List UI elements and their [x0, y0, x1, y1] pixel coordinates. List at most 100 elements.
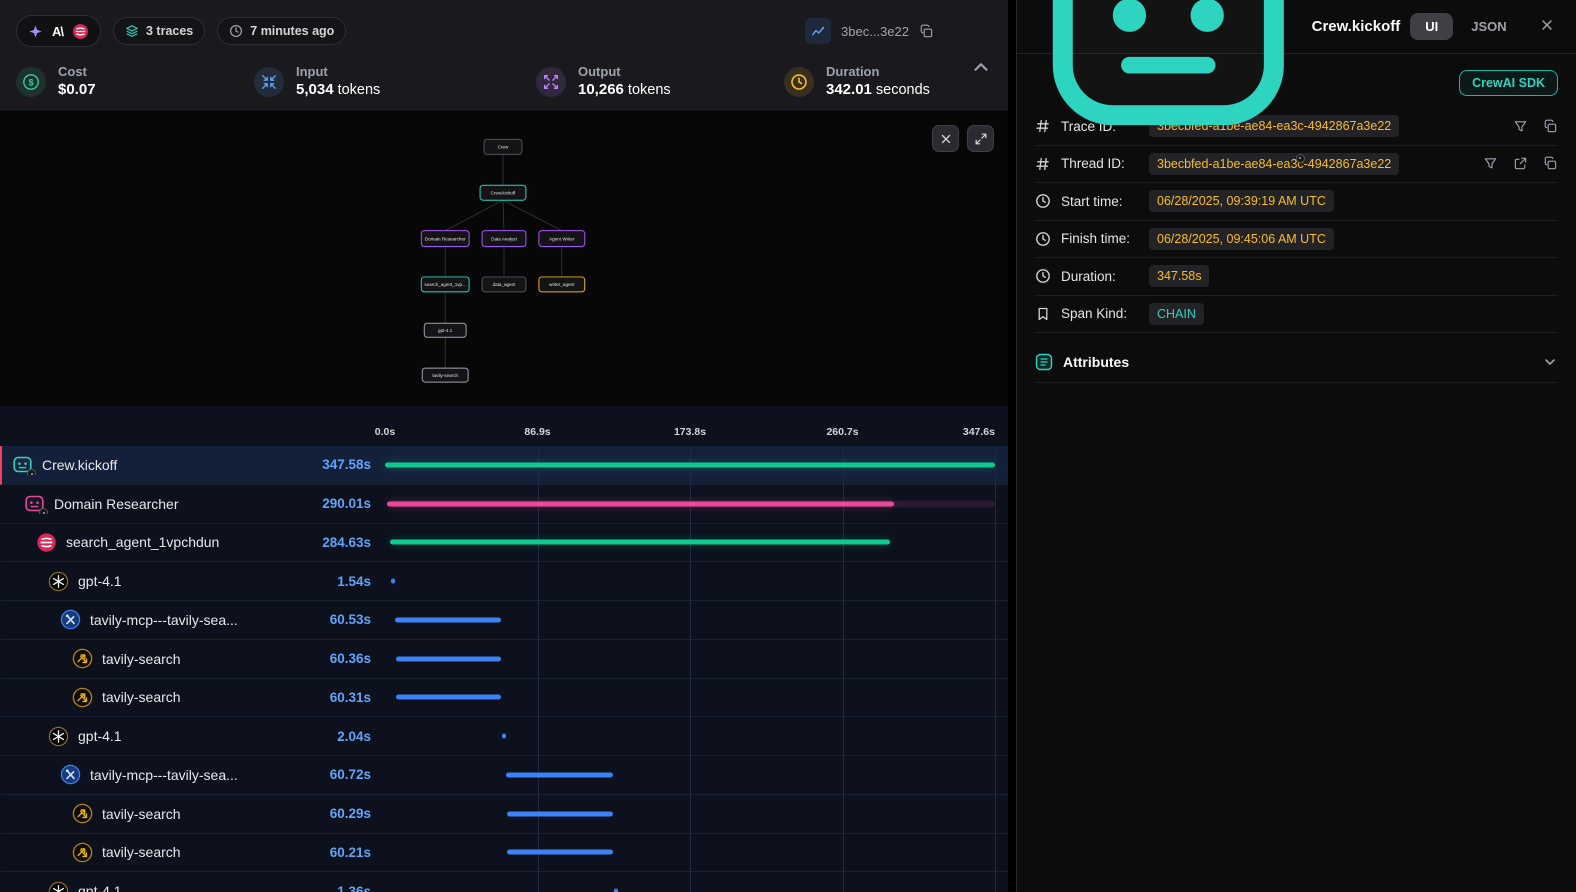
graph-node[interactable]: tavily-search: [422, 368, 468, 382]
timeline-tick: 260.7s: [826, 426, 858, 438]
stat-input: Input 5,034 tokens: [254, 65, 536, 98]
filter-icon[interactable]: [1513, 119, 1528, 134]
traces-badge[interactable]: 3 traces: [113, 17, 205, 45]
time-badge-label: 7 minutes ago: [250, 24, 334, 38]
timeline-tick: 0.0s: [375, 426, 395, 438]
graph-node[interactable]: gpt-4.1: [424, 323, 466, 337]
crew-icon: [1035, 0, 1302, 160]
stat-output: Output 10,266 tokens: [536, 65, 784, 98]
time-badge: 7 minutes ago: [217, 17, 346, 45]
expand-icon: [974, 132, 988, 146]
chart-button[interactable]: [805, 18, 831, 44]
span-bar[interactable]: [507, 811, 613, 816]
collapse-stats-button[interactable]: [970, 56, 992, 78]
trace-graph: Crew Crew.kickoff Domain Researcher Data An…: [0, 110, 1008, 406]
svg-text:Agent Writer: Agent Writer: [549, 236, 575, 241]
span-name: gpt-4.1: [78, 883, 122, 892]
span-row[interactable]: tavily-search60.31s: [0, 679, 1008, 718]
detail-row: Start time: 06/28/2025, 09:39:19 AM UTC: [1035, 183, 1558, 221]
span-bar[interactable]: [614, 889, 618, 892]
filter-icon[interactable]: [1483, 156, 1498, 171]
traces-badge-label: 3 traces: [146, 24, 193, 38]
topbar-right: 3bec...3e22: [805, 18, 934, 44]
stat-duration: Duration 342.01 seconds: [784, 65, 930, 98]
span-bar[interactable]: [396, 656, 502, 661]
crewai-logo-icon: [72, 23, 89, 40]
span-row[interactable]: gpt-4.1 1.36s: [0, 872, 1008, 892]
svg-text:Data Analyst: Data Analyst: [491, 236, 517, 241]
span-waterfall: Crew.kickoff347.58sDomain Researcher290.…: [0, 446, 1008, 892]
copy-icon[interactable]: [1543, 156, 1558, 171]
copy-icon[interactable]: [919, 24, 934, 39]
graph-node[interactable]: writer_agent: [539, 277, 585, 292]
span-row[interactable]: tavily-search60.29s: [0, 795, 1008, 834]
span-row[interactable]: tavily-mcp---tavily-sea...60.72s: [0, 756, 1008, 795]
graph-node[interactable]: Domain Researcher: [421, 231, 469, 247]
span-row[interactable]: tavily-search60.36s: [0, 640, 1008, 679]
span-name: tavily-search: [102, 651, 181, 667]
graph-node[interactable]: data_agent: [482, 277, 526, 292]
span-bar[interactable]: [395, 617, 501, 622]
graph-node[interactable]: Data Analyst: [482, 231, 526, 247]
crewai-logo-icon: [36, 532, 57, 553]
tab-json[interactable]: JSON: [1459, 13, 1518, 40]
detail-header: Crew.kickoff UIJSON: [1017, 0, 1576, 54]
timeline-axis: 0.0s86.9s173.8s260.7s347.6s: [0, 406, 1008, 446]
span-row[interactable]: Domain Researcher290.01s: [0, 485, 1008, 524]
crew-icon: [12, 454, 33, 475]
stat-value: $0.07: [58, 82, 96, 99]
close-graph-button[interactable]: [932, 125, 959, 152]
expand-graph-button[interactable]: [967, 125, 994, 152]
tab-ui[interactable]: UI: [1410, 13, 1453, 40]
stat-label: Input: [296, 65, 380, 79]
copy-icon[interactable]: [1543, 119, 1558, 134]
span-bar[interactable]: [506, 772, 613, 777]
graph-edge: [445, 200, 503, 230]
tools-icon: [60, 609, 81, 630]
detail-tabs: UIJSON: [1410, 13, 1518, 40]
span-bar[interactable]: [385, 462, 995, 467]
span-row[interactable]: gpt-4.1 2.04s: [0, 717, 1008, 756]
span-bar[interactable]: [390, 540, 890, 545]
graph-node[interactable]: Crew: [484, 139, 522, 154]
graph-node[interactable]: Crew.kickoff: [480, 185, 526, 200]
span-bar[interactable]: [396, 695, 502, 700]
span-name: gpt-4.1: [78, 728, 122, 744]
span-name: search_agent_1vpchdun: [66, 534, 219, 550]
graph-node[interactable]: search_agent_1vp...: [421, 277, 469, 292]
timeline-tick: 347.6s: [963, 426, 995, 438]
tavily-icon: [72, 687, 93, 708]
clock-icon: [784, 67, 814, 97]
graph-node[interactable]: Agent Writer: [539, 231, 585, 247]
span-duration: 290.01s: [300, 496, 385, 511]
stat-label: Output: [578, 65, 671, 79]
detail-value: CHAIN: [1149, 303, 1204, 325]
external-icon[interactable]: [1513, 156, 1528, 171]
span-row[interactable]: search_agent_1vpchdun 284.63s: [0, 524, 1008, 563]
span-bar[interactable]: [387, 501, 895, 506]
span-duration: 284.63s: [300, 535, 385, 550]
span-bar[interactable]: [507, 850, 613, 855]
span-row[interactable]: Crew.kickoff347.58s: [0, 446, 1008, 485]
sdk-badge: CrewAI SDK: [1459, 70, 1558, 96]
stat-cost: $ Cost $0.07: [16, 65, 254, 98]
span-duration: 60.31s: [300, 690, 385, 705]
span-row[interactable]: gpt-4.11.54s: [0, 562, 1008, 601]
span-name: tavily-search: [102, 844, 181, 860]
span-name: tavily-mcp---tavily-sea...: [90, 612, 238, 628]
close-panel-button[interactable]: [1537, 15, 1558, 39]
svg-text:Crew: Crew: [498, 145, 509, 150]
span-duration: 2.04s: [300, 729, 385, 744]
trace-graph-canvas[interactable]: Crew Crew.kickoff Domain Researcher Data An…: [0, 111, 1008, 406]
span-bar[interactable]: [502, 734, 506, 739]
svg-text:gpt-4.1: gpt-4.1: [438, 328, 453, 333]
span-bar[interactable]: [391, 579, 395, 584]
tavily-icon: [72, 648, 93, 669]
stat-value: 10,266 tokens: [578, 82, 671, 99]
span-row[interactable]: tavily-search60.21s: [0, 834, 1008, 873]
span-duration: 1.36s: [300, 884, 385, 892]
attributes-section-toggle[interactable]: Attributes: [1035, 341, 1558, 383]
openai-icon: [48, 881, 69, 892]
gemini-sparkle-icon: [28, 24, 43, 39]
span-row[interactable]: tavily-mcp---tavily-sea...60.53s: [0, 601, 1008, 640]
